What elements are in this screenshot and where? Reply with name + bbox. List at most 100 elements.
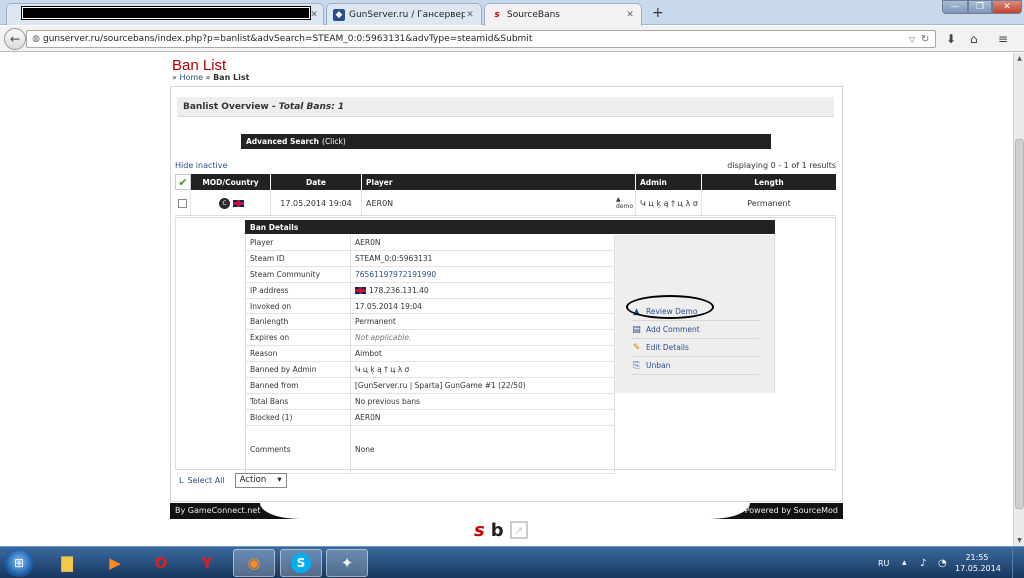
select-corner-icon: L bbox=[179, 475, 184, 485]
advanced-search-toggle[interactable]: Advanced Search (Click) bbox=[241, 134, 771, 149]
tab-close-icon[interactable]: ✕ bbox=[465, 10, 475, 20]
detail-row-steam-community: Steam Community 76561197972191990 bbox=[245, 266, 615, 283]
volume-icon[interactable]: ♪ bbox=[920, 547, 926, 578]
footer-credit-left[interactable]: By GameConnect.net bbox=[175, 506, 260, 515]
clock-time: 21:55 bbox=[965, 553, 989, 562]
detail-row-invoked: Invoked on 17.05.2014 19:04 bbox=[245, 298, 615, 315]
tab-close-icon[interactable]: ✕ bbox=[625, 10, 635, 20]
close-button[interactable]: ✕ bbox=[992, 0, 1022, 14]
detail-value: Կ ц ķ ą † ц λ σ bbox=[351, 362, 615, 378]
steam-community-link[interactable]: 76561197972191990 bbox=[351, 266, 615, 282]
select-all-link[interactable]: Select All bbox=[187, 476, 224, 485]
detail-value: Not applicable. bbox=[351, 330, 615, 346]
action-select[interactable]: Action ▾ bbox=[234, 472, 287, 488]
tray-arrow-icon[interactable]: ▴ bbox=[902, 547, 907, 578]
review-demo-link[interactable]: ▲ Review Demo bbox=[626, 295, 759, 321]
home-icon[interactable]: ⌂ bbox=[970, 32, 978, 46]
counter-strike-icon[interactable]: ✦ bbox=[326, 549, 368, 577]
unban-link[interactable]: ⎘ Unban bbox=[631, 357, 759, 375]
action-label: Add Comment bbox=[646, 325, 700, 334]
show-desktop-button[interactable] bbox=[1012, 547, 1024, 578]
maximize-button[interactable]: ❐ bbox=[968, 0, 992, 14]
demo-icon: ▲ bbox=[633, 306, 640, 317]
download-icon[interactable]: ⬇ bbox=[946, 32, 956, 46]
detail-key: Steam Community bbox=[245, 266, 351, 282]
detail-key: Expires on bbox=[245, 330, 351, 346]
hide-inactive-link[interactable]: Hide inactive bbox=[175, 161, 227, 170]
detail-row-total-bans: Total Bans No previous bans bbox=[245, 393, 615, 410]
select-all-check-icon[interactable]: ✔ bbox=[175, 174, 191, 190]
tab-sourcebans[interactable]: s SourceBans ✕ bbox=[484, 3, 642, 26]
system-clock[interactable]: 21:55 17.05.2014 bbox=[955, 552, 1001, 574]
scroll-up-icon[interactable]: ▲ bbox=[1014, 53, 1024, 64]
column-mod-country: MOD/Country bbox=[191, 174, 271, 190]
detail-value: No previous bans bbox=[351, 393, 615, 409]
yandex-icon[interactable]: Y bbox=[186, 549, 228, 577]
column-date: Date bbox=[271, 174, 362, 190]
tab-close-icon[interactable]: ✕ bbox=[309, 10, 319, 20]
menu-icon[interactable]: ≡ bbox=[998, 32, 1008, 46]
total-bans: Total Bans: 1 bbox=[278, 101, 345, 112]
detail-value: 17.05.2014 19:04 bbox=[351, 298, 615, 314]
detail-value: 178.236.131.40 bbox=[351, 282, 615, 298]
row-checkbox[interactable] bbox=[175, 191, 191, 215]
detail-value: Permanent bbox=[351, 314, 615, 330]
windows-start-icon[interactable]: ⊞ bbox=[4, 549, 34, 577]
opera-icon[interactable]: O bbox=[140, 549, 182, 577]
row-length: Permanent bbox=[747, 198, 791, 208]
detail-key: Reason bbox=[245, 346, 351, 362]
network-icon[interactable]: ◔ bbox=[938, 547, 947, 578]
sourcebans-favicon-icon: s bbox=[494, 10, 500, 20]
detail-row-comments: Comments None bbox=[245, 425, 615, 474]
detail-value: AER0N bbox=[351, 409, 615, 425]
explorer-icon[interactable]: ▇ bbox=[46, 549, 88, 577]
scroll-down-icon[interactable]: ▼ bbox=[1014, 535, 1024, 546]
add-comment-link[interactable]: ▤ Add Comment bbox=[631, 321, 759, 339]
detail-key: Comments bbox=[245, 425, 351, 473]
back-arrow-icon[interactable]: ← bbox=[4, 28, 26, 50]
table-row[interactable]: C 17.05.2014 19:04 AER0N ▲ demo Կ ц ķ ą †… bbox=[175, 191, 836, 216]
tab-label: GunServer.ru / Гансервер ... bbox=[349, 9, 465, 20]
reload-icon[interactable]: ↻ bbox=[921, 34, 935, 45]
minimize-button[interactable]: — bbox=[942, 0, 968, 14]
bulk-actions-bar: L Select All Action ▾ bbox=[175, 471, 836, 489]
breadcrumb: » Home » Ban List bbox=[172, 73, 249, 82]
uk-flag-icon bbox=[355, 286, 366, 294]
sourcebans-logo[interactable]: sb ↗ bbox=[474, 516, 554, 544]
sourcebans-logo-icon: s bbox=[474, 519, 485, 541]
browser-tab-bar: ✕ ◆ GunServer.ru / Гансервер ... ✕ s Sou… bbox=[0, 0, 1024, 26]
detail-key: Blocked (1) bbox=[245, 409, 351, 425]
detail-value: None bbox=[351, 425, 615, 473]
language-indicator[interactable]: RU bbox=[878, 547, 889, 578]
url-text[interactable]: gunserver.ru/sourcebans/index.php?p=banl… bbox=[43, 34, 909, 44]
address-bar[interactable]: ◍ gunserver.ru/sourcebans/index.php?p=ba… bbox=[26, 30, 936, 48]
new-tab-button[interactable]: + bbox=[652, 5, 664, 21]
banlist-panel: Banlist Overview - Total Bans: 1 Advance… bbox=[170, 86, 843, 502]
footer-credit-right[interactable]: Powered by SourceMod bbox=[745, 506, 838, 515]
media-player-icon[interactable]: ▶ bbox=[94, 549, 136, 577]
action-label: Edit Details bbox=[646, 343, 689, 352]
breadcrumb-home-link[interactable]: Home bbox=[179, 73, 203, 82]
skype-icon[interactable]: S bbox=[280, 549, 322, 577]
breadcrumb-current: Ban List bbox=[213, 73, 250, 82]
column-admin: Admin bbox=[636, 174, 702, 190]
detail-value: Aimbot bbox=[351, 346, 615, 362]
unban-icon: ⎘ bbox=[632, 360, 641, 371]
comment-icon: ▤ bbox=[632, 324, 641, 335]
demo-icon-label: demo bbox=[615, 203, 633, 210]
uk-flag-icon bbox=[233, 199, 244, 207]
scroll-thumb[interactable] bbox=[1015, 139, 1024, 509]
detail-value: [GunServer.ru | Sparta] GunGame #1 (22/5… bbox=[351, 378, 615, 393]
demo-icon[interactable]: ▲ demo bbox=[616, 196, 633, 210]
chevron-down-icon[interactable]: ▽ bbox=[909, 35, 921, 44]
detail-row-reason: Reason Aimbot bbox=[245, 346, 615, 363]
tab-gunserver[interactable]: ◆ GunServer.ru / Гансервер ... ✕ bbox=[326, 3, 482, 25]
edit-details-link[interactable]: ✎ Edit Details bbox=[631, 339, 759, 357]
detail-key: Banned by Admin bbox=[245, 362, 351, 378]
row-date: 17.05.2014 19:04 bbox=[271, 191, 362, 215]
firefox-icon[interactable]: ◉ bbox=[233, 549, 275, 577]
detail-row-player: Player AER0N bbox=[245, 235, 615, 251]
external-link-icon[interactable]: ↗ bbox=[509, 521, 528, 539]
overview-label: Banlist Overview - bbox=[183, 101, 276, 112]
page-scrollbar[interactable]: ▲ ▼ bbox=[1013, 53, 1024, 546]
